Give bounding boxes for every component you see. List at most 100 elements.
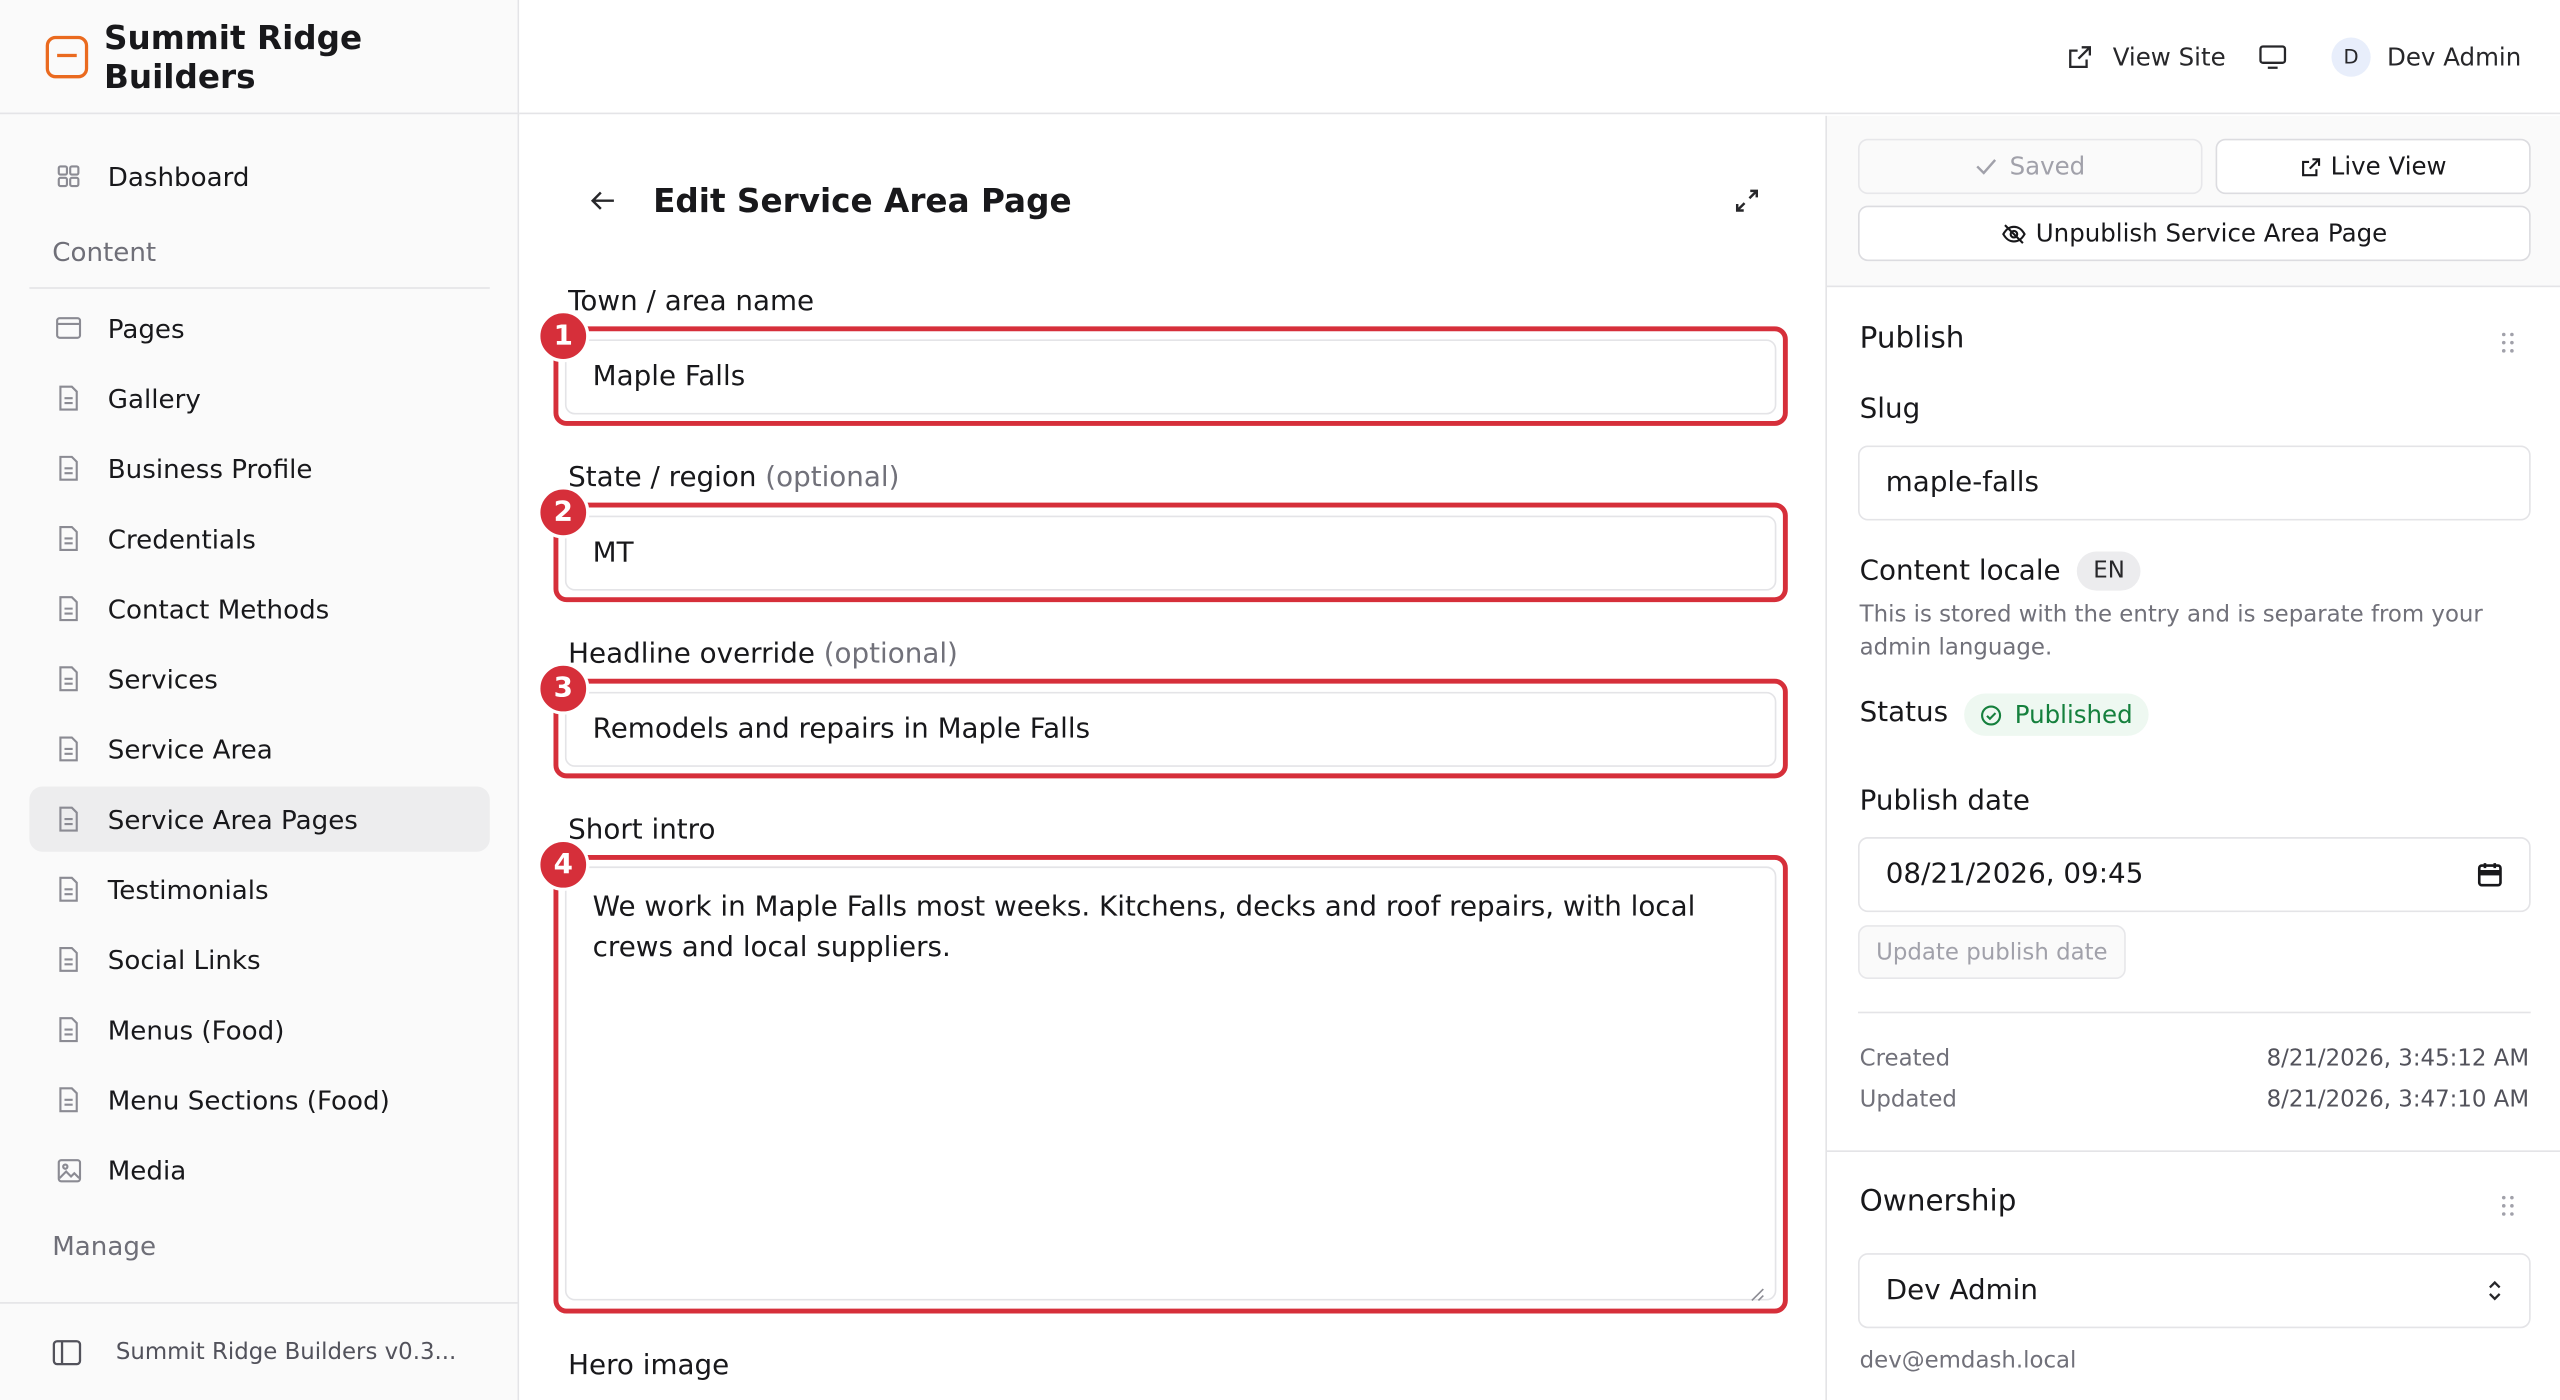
updated-row: Updated 8/21/2026, 3:47:10 AM [1860, 1087, 2529, 1113]
document-icon [56, 946, 82, 972]
document-icon [56, 385, 82, 411]
user-menu[interactable]: D Dev Admin [2331, 33, 2521, 82]
document-icon [56, 1087, 82, 1113]
sidebar-item-testimonials[interactable]: Testimonials [29, 857, 489, 922]
sidebar-item-menu-sections-food[interactable]: Menu Sections (Food) [29, 1067, 489, 1132]
external-link-icon [2067, 44, 2093, 70]
unpublish-label: Unpublish Service Area Page [2035, 218, 2388, 249]
sidebar-item-label: Dashboard [107, 160, 250, 192]
hero-image-label: Hero image [568, 1349, 730, 1383]
slug-input[interactable]: maple-falls [1858, 445, 2531, 521]
sidebar-item-pages[interactable]: Pages [29, 295, 489, 360]
update-publish-date-button[interactable]: Update publish date [1858, 925, 2126, 980]
publish-date-value: 08/21/2026, 09:45 [1885, 858, 2144, 891]
brand-name: Summit Ridge Builders [103, 17, 363, 96]
page-title: Edit Service Area Page [653, 181, 1072, 221]
slug-label: Slug [1859, 393, 1921, 426]
brand[interactable]: Summit Ridge Builders [0, 0, 520, 115]
live-view-button[interactable]: Live View [2215, 138, 2531, 195]
sidebar-item-label: Credentials [107, 522, 256, 554]
view-site-label: View Site [2112, 42, 2226, 72]
sidebar-item-menus-food[interactable]: Menus (Food) [29, 997, 489, 1062]
sidebar: Summit Ridge Builders Dashboard Content … [0, 0, 520, 1400]
window-icon [56, 315, 82, 341]
divider [1858, 1011, 2531, 1014]
sidebar-item-label: Business Profile [107, 452, 313, 484]
town-label: Town / area name [568, 286, 814, 319]
updated-value: 8/21/2026, 3:47:10 AM [2266, 1086, 2530, 1113]
drag-handle-icon[interactable] [2500, 1193, 2516, 1216]
resize-handle-icon[interactable] [1750, 1274, 1765, 1302]
sidebar-item-services[interactable]: Services [29, 646, 489, 711]
sidebar-item-label: Menu Sections (Food) [107, 1084, 390, 1116]
saved-button[interactable]: Saved [1858, 138, 2203, 195]
intro-textarea[interactable]: We work in Maple Falls most weeks. Kitch… [564, 866, 1777, 1302]
expand-icon[interactable] [1734, 188, 1760, 214]
view-site-button[interactable]: View Site [2067, 33, 2226, 82]
publish-card: Publish Slug maple-falls Content locale … [1826, 285, 2560, 1151]
document-icon [56, 455, 82, 481]
sidebar-footer: Summit Ridge Builders v0.3... [0, 1302, 520, 1400]
ownership-title: Ownership [1859, 1184, 2017, 1219]
intro-label-text: Short intro [568, 814, 716, 847]
annotation-badge: 3 [537, 662, 590, 715]
state-input[interactable]: MT [564, 515, 1777, 591]
updated-label: Updated [1859, 1086, 1957, 1113]
sidebar-item-dashboard[interactable]: Dashboard [29, 144, 489, 209]
sidebar-item-business-profile[interactable]: Business Profile [29, 436, 489, 501]
annotation-badge: 2 [537, 486, 590, 539]
nav-section-content: Content [52, 235, 157, 267]
created-value: 8/21/2026, 3:45:12 AM [2266, 1045, 2530, 1073]
created-row: Created 8/21/2026, 3:45:12 AM [1860, 1046, 2529, 1072]
sidebar-item-social-links[interactable]: Social Links [29, 927, 489, 992]
check-circle-icon [1980, 704, 2002, 725]
sidebar-item-media[interactable]: Media [29, 1137, 489, 1202]
document-icon [56, 806, 82, 832]
grid-icon [56, 163, 82, 189]
avatar: D [2331, 37, 2371, 77]
monitor-icon [2258, 44, 2287, 70]
settings-panel: Saved Live View Unpublish Service Area P… [1825, 115, 2560, 1400]
headline-label: Headline override (optional) [568, 638, 958, 671]
intro-text: We work in Maple Falls most weeks. Kitch… [592, 890, 1696, 965]
sidebar-item-service-area-pages[interactable]: Service Area Pages [29, 786, 490, 852]
back-arrow-icon[interactable] [585, 183, 621, 219]
status-text: Published [2014, 699, 2133, 730]
owner-value: Dev Admin [1885, 1274, 2038, 1307]
editor: Edit Service Area Page Town / area name … [519, 115, 1826, 1400]
publish-date-label: Publish date [1859, 784, 2031, 818]
sidebar-item-service-area[interactable]: Service Area [29, 716, 489, 781]
sidebar-item-gallery[interactable]: Gallery [29, 366, 489, 431]
top-header: View Site D Dev Admin [519, 0, 2560, 115]
preview-device-button[interactable] [2258, 33, 2287, 82]
sidebar-item-contact-methods[interactable]: Contact Methods [29, 576, 489, 641]
optional-tag: (optional) [823, 637, 958, 671]
sidebar-toggle-icon[interactable] [52, 1339, 82, 1365]
headline-input[interactable]: Remodels and repairs in Maple Falls [564, 691, 1777, 767]
sidebar-item-label: Social Links [107, 943, 261, 975]
calendar-icon[interactable] [2477, 862, 2503, 888]
town-label-text: Town / area name [568, 285, 815, 319]
sidebar-item-label: Service Area [107, 733, 273, 765]
chevron-up-down-icon [2487, 1278, 2503, 1304]
saved-label: Saved [2009, 151, 2086, 182]
external-link-icon [2300, 156, 2321, 177]
locale-help: This is stored with the entry and is sep… [1859, 602, 2483, 661]
town-input[interactable]: Maple Falls [564, 339, 1777, 415]
owner-email: dev@emdash.local [1859, 1347, 2077, 1374]
intro-label: Short intro [568, 814, 715, 847]
owner-select[interactable]: Dev Admin [1858, 1253, 2531, 1329]
drag-handle-icon[interactable] [2500, 330, 2516, 353]
publish-date-input[interactable]: 08/21/2026, 09:45 [1858, 837, 2531, 913]
headline-label-text: Headline override [568, 637, 815, 671]
sidebar-item-label: Testimonials [107, 873, 269, 905]
editor-header: Edit Service Area Page [585, 175, 1761, 227]
annotation-badge: 1 [537, 310, 590, 363]
unpublish-button[interactable]: Unpublish Service Area Page [1858, 205, 2531, 262]
ownership-card: Ownership Dev Admin dev@emdash.local [1826, 1150, 2560, 1400]
annotation-badge: 4 [537, 838, 590, 891]
sidebar-item-credentials[interactable]: Credentials [29, 506, 489, 571]
publish-title: Publish [1859, 321, 1965, 356]
eye-off-icon [2001, 223, 2026, 244]
sidebar-item-label: Media [107, 1154, 187, 1186]
